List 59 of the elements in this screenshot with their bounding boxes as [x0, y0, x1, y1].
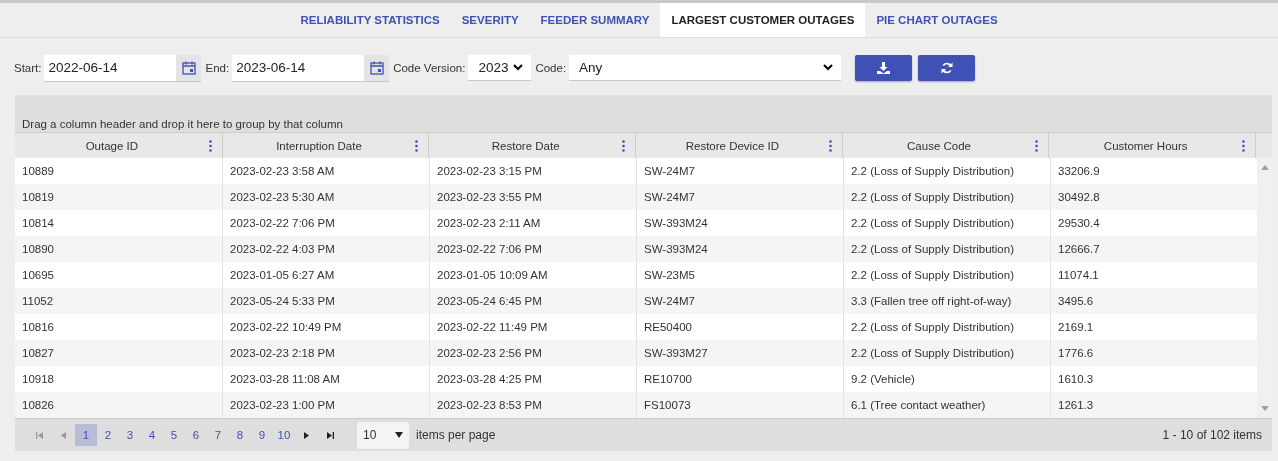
- column-menu-icon[interactable]: [828, 139, 832, 152]
- chevron-down-icon: [823, 64, 834, 71]
- download-button[interactable]: [855, 55, 913, 81]
- tab[interactable]: SEVERITY: [450, 3, 530, 37]
- table-cell: 6.1 (Tree contact weather): [843, 392, 1050, 418]
- start-date-field[interactable]: 2022-06-14: [44, 54, 202, 82]
- page-button[interactable]: 3: [119, 424, 141, 446]
- column-menu-icon[interactable]: [1242, 139, 1246, 152]
- tab[interactable]: RELIABILITY STATISTICS: [289, 3, 451, 37]
- page-button[interactable]: 4: [141, 424, 163, 446]
- calendar-icon: [182, 60, 196, 75]
- end-date-field[interactable]: 2023-06-14: [232, 54, 390, 82]
- calendar-icon: [369, 60, 384, 75]
- table-cell-text: 10890: [21, 242, 55, 257]
- items-per-page-label: items per page: [416, 428, 496, 442]
- column-menu-icon[interactable]: [415, 139, 419, 152]
- chevron-down-icon: [513, 64, 524, 71]
- column-menu-icon[interactable]: [1035, 139, 1039, 152]
- code-version-label: Code Version:: [393, 62, 466, 74]
- next-page-icon[interactable]: [304, 431, 309, 439]
- column-menu-icon[interactable]: [208, 139, 212, 152]
- last-page-icon[interactable]: [327, 431, 334, 439]
- page-size-dropdown[interactable]: 10: [357, 421, 409, 449]
- table-cell: FS10073: [636, 392, 843, 418]
- caret-icon: [395, 432, 403, 438]
- table-cell-text: 10827: [21, 346, 55, 361]
- page-button[interactable]: 2: [97, 424, 119, 446]
- start-label: Start:: [14, 62, 42, 74]
- page-button[interactable]: 9: [251, 424, 273, 446]
- tab[interactable]: FEEDER SUMMARY: [529, 3, 661, 37]
- code-dropdown[interactable]: Any: [569, 55, 842, 81]
- table-cell: 2023-02-23 8:53 PM: [429, 392, 636, 418]
- table-cell-text: 10889: [21, 164, 55, 179]
- tab[interactable]: LARGEST CUSTOMER OUTAGES: [660, 3, 866, 37]
- table-cell-text: 10826: [21, 398, 55, 413]
- pager-summary: 1 - 10 of 102 items: [1162, 428, 1262, 442]
- table-cell-text: 11052: [21, 294, 55, 309]
- table-cell-text: 10819: [21, 190, 55, 205]
- code-version-dropdown[interactable]: 2023: [468, 55, 532, 81]
- page-button[interactable]: 1: [75, 424, 97, 446]
- download-icon: [877, 62, 891, 74]
- column-menu-icon[interactable]: [622, 139, 625, 152]
- end-label: End:: [205, 62, 230, 74]
- page-button[interactable]: 5: [163, 424, 185, 446]
- page-button[interactable]: 7: [207, 424, 229, 446]
- code-label: Code:: [535, 62, 567, 74]
- column-header[interactable]: Outage ID: [15, 133, 222, 158]
- table-cell-text: 10695: [21, 268, 55, 283]
- refresh-button[interactable]: [918, 55, 976, 81]
- page-button[interactable]: 6: [185, 424, 207, 446]
- page-button[interactable]: 8: [229, 424, 251, 446]
- table-cell-text: 10816: [21, 320, 55, 335]
- tab[interactable]: PIE CHART OUTAGES: [865, 3, 1009, 37]
- refresh-icon: [940, 62, 953, 74]
- table-cell: 2023-02-23 1:00 PM: [222, 392, 429, 418]
- group-hint: Drag a column header and drop it here to group by that column: [22, 118, 343, 130]
- page-button[interactable]: 10: [273, 424, 295, 446]
- table-cell-text: 10918: [21, 372, 55, 387]
- table-cell-text: 10814: [21, 216, 55, 231]
